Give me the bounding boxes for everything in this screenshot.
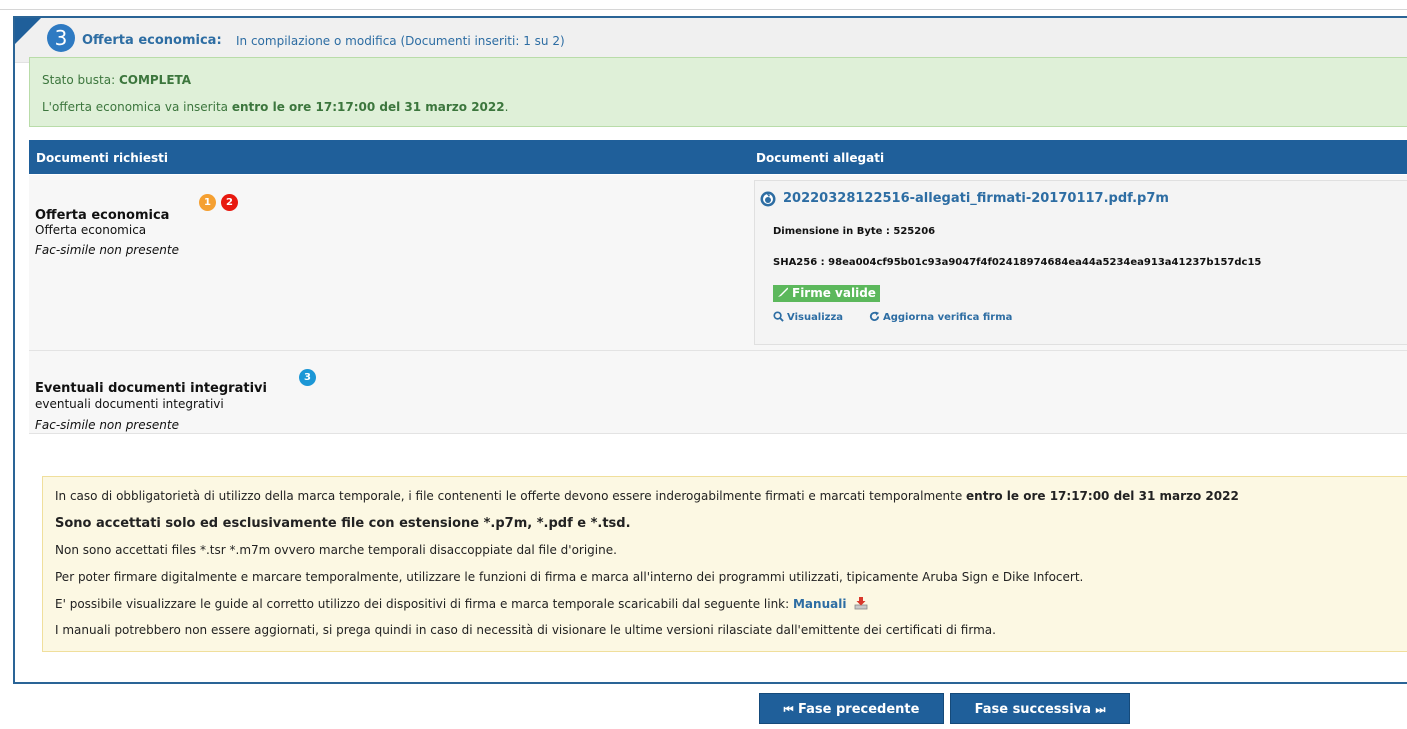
notice-line-4: Per poter firmare digitalmente e marcare… xyxy=(55,570,1084,584)
envelope-deadline: L'offerta economica va inserita entro le… xyxy=(42,100,508,114)
signature-valid-badge: Firme valide xyxy=(773,285,880,302)
envelope-status-label: Stato busta: xyxy=(42,73,119,87)
feather-icon xyxy=(778,287,788,297)
notice-line-6: I manuali potrebbero non essere aggiorna… xyxy=(55,623,996,637)
next-step-label: Fase successiva xyxy=(974,702,1091,717)
next-arrow-icon: ⏭ xyxy=(1095,703,1106,716)
refresh-icon xyxy=(869,311,880,321)
deadline-value: entro le ore 17:17:00 del 31 marzo 2022 xyxy=(231,100,505,114)
collapse-corner-icon[interactable] xyxy=(15,18,41,44)
refresh-signature-button[interactable]: Aggiorna verifica firma xyxy=(869,311,1012,323)
previous-arrow-icon: ⏮ xyxy=(783,703,794,716)
view-button[interactable]: Visualizza xyxy=(773,311,843,323)
document-note: Fac-simile non presente xyxy=(35,418,179,432)
document-title: Eventuali documenti integrativi xyxy=(35,381,267,396)
top-divider xyxy=(0,9,1407,10)
document-subtitle: eventuali documenti integrativi xyxy=(35,397,224,411)
notice-line-1-text: In caso di obbligatorietà di utilizzo de… xyxy=(55,489,967,503)
previous-step-label: Fase precedente xyxy=(798,702,920,717)
deadline-suffix: . xyxy=(504,100,509,114)
document-note: Fac-simile non presente xyxy=(35,243,179,257)
refresh-label: Aggiorna verifica firma xyxy=(883,312,1013,323)
notice-line-1: In caso di obbligatorietà di utilizzo de… xyxy=(55,489,1239,503)
documents-table-header: Documenti richiesti Documenti allegati xyxy=(29,140,1407,174)
document-title: Offerta economica xyxy=(35,208,170,223)
next-step-button[interactable]: Fase successiva ⏭ xyxy=(950,693,1130,724)
download-icon[interactable] xyxy=(854,596,868,610)
attachment-size: Dimensione in Byte : 525206 xyxy=(773,226,936,237)
col-attached-docs: Documenti allegati xyxy=(756,151,885,165)
badge-red: 2 xyxy=(221,194,238,211)
document-subtitle: Offerta economica xyxy=(35,223,147,237)
search-icon xyxy=(773,311,784,322)
attachment-file-link[interactable]: 20220328122516-allegati_firmati-20170117… xyxy=(783,191,1169,206)
attachment-box: 20220328122516-allegati_firmati-20170117… xyxy=(754,180,1407,345)
step-number: 3 xyxy=(47,24,75,52)
badge-blue: 3 xyxy=(299,369,316,386)
signature-status: Firme valide xyxy=(792,286,876,300)
step-title: Offerta economica: xyxy=(82,33,222,48)
signed-file-icon xyxy=(760,191,776,207)
badge-orange: 1 xyxy=(199,194,216,211)
col-required-docs: Documenti richiesti xyxy=(36,151,169,165)
table-row: Eventuali documenti integrativi 3 eventu… xyxy=(29,351,1407,434)
manuals-link[interactable]: Manuali xyxy=(793,597,846,611)
envelope-status: Stato busta: COMPLETA xyxy=(42,73,191,87)
step-status: In compilazione o modifica (Documenti in… xyxy=(236,34,565,48)
table-row: Offerta economica 1 2 Offerta economica … xyxy=(29,175,1407,351)
envelope-status-box: Stato busta: COMPLETA L'offerta economic… xyxy=(29,57,1407,127)
notice-line-3: Non sono accettati files *.tsr *.m7m ovv… xyxy=(55,543,617,557)
notice-line-1-deadline: entro le ore 17:17:00 del 31 marzo 2022 xyxy=(966,489,1239,503)
previous-step-button[interactable]: ⏮ Fase precedente xyxy=(759,693,944,724)
notice-line-5: E' possibile visualizzare le guide al co… xyxy=(55,596,868,611)
envelope-status-value: COMPLETA xyxy=(118,73,192,87)
deadline-prefix: L'offerta economica va inserita xyxy=(42,100,232,114)
view-label: Visualizza xyxy=(787,312,844,323)
instructions-box: In caso di obbligatorietà di utilizzo de… xyxy=(42,476,1407,652)
attachment-sha256: SHA256 : 98ea004cf95b01c93a9047f4f024189… xyxy=(773,257,1262,268)
notice-line-5-text: E' possibile visualizzare le guide al co… xyxy=(55,597,793,611)
notice-line-2: Sono accettati solo ed esclusivamente fi… xyxy=(55,516,631,531)
